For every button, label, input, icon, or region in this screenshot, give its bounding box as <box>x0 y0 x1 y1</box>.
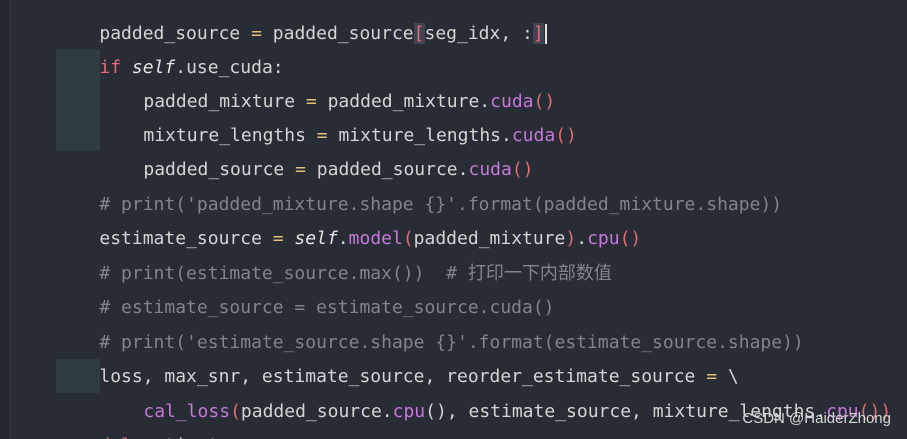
code-line[interactable]: padded_source = padded_source.cuda() <box>100 119 533 180</box>
code-line[interactable]: # print(estimate_source.max()) # 打印一下内部数… <box>56 223 611 284</box>
gutter-divider <box>9 0 11 439</box>
editor-gutter <box>0 0 9 439</box>
code-line[interactable]: padded_source = padded_source[seg_idx, :… <box>56 0 547 44</box>
code-line[interactable]: padded_mixture = padded_mixture.cuda() <box>100 51 555 112</box>
code-line[interactable]: mixture_lengths = mixture_lengths.cuda() <box>100 85 577 146</box>
code-token: () <box>555 125 577 146</box>
code-token: padded_source <box>272 23 414 44</box>
code-line[interactable]: if self.use_cuda: <box>56 17 283 78</box>
code-token: : <box>522 23 533 44</box>
code-token: del <box>99 435 132 439</box>
code-token: seg_idx, <box>424 23 523 44</box>
code-line[interactable]: estimate_source = self.model(padded_mixt… <box>56 188 641 249</box>
code-line[interactable]: loss, max_snr, estimate_source, reorder_… <box>56 326 738 387</box>
code-token: () <box>619 228 642 249</box>
text-cursor <box>544 24 547 44</box>
code-line[interactable]: # print('estimate_source.shape {}'.forma… <box>56 292 803 353</box>
code-line[interactable]: del estimate_source <box>56 395 305 439</box>
code-token: cpu <box>392 401 426 422</box>
code-line[interactable]: # estimate_source = estimate_source.cuda… <box>56 257 554 318</box>
code-token: ] <box>532 23 544 44</box>
watermark-text: CSDN @HaiderZhong <box>742 410 891 427</box>
code-editor[interactable]: padded_source = padded_source[seg_idx, :… <box>0 0 907 439</box>
code-line[interactable]: cal_loss(padded_source.cpu(), estimate_s… <box>100 361 891 422</box>
code-token: estimate_source <box>132 435 306 439</box>
code-line[interactable]: # print('padded_mixture.shape {}'.format… <box>56 154 782 215</box>
code-token: [ <box>413 23 425 44</box>
